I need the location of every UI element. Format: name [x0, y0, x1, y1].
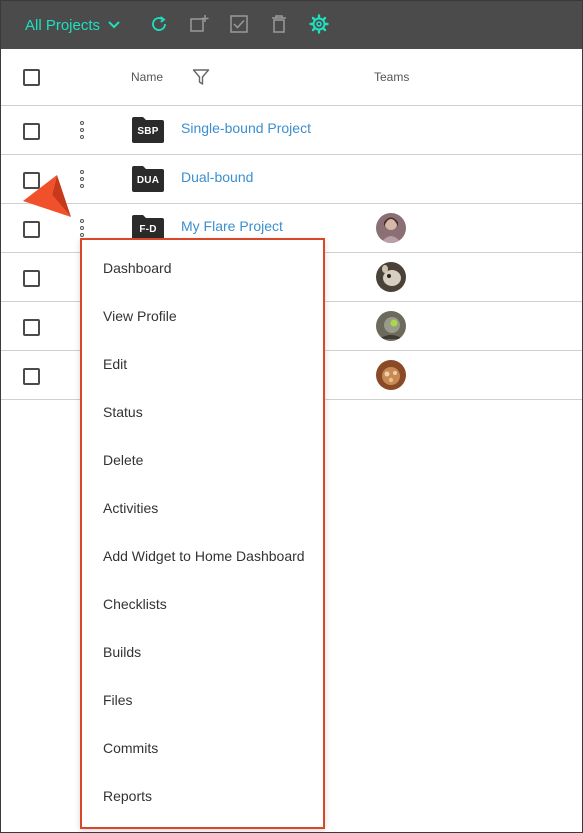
- team-avatar[interactable]: [376, 262, 406, 292]
- menu-item-files[interactable]: Files: [82, 678, 323, 726]
- menu-item-checklists[interactable]: Checklists: [82, 582, 323, 630]
- app-window: All Projects Name Teams SBP Single-bound…: [0, 0, 583, 833]
- menu-item-label: Dashboard: [103, 260, 172, 276]
- menu-item-label: Delete: [103, 452, 144, 468]
- menu-item-activities[interactable]: Activities: [82, 486, 323, 534]
- project-folder-icon: SBP: [132, 117, 164, 143]
- project-folder-icon: DUA: [132, 166, 164, 192]
- row-checkbox[interactable]: [23, 123, 40, 140]
- team-avatar[interactable]: [376, 311, 406, 341]
- row-checkbox[interactable]: [23, 270, 40, 287]
- team-avatar[interactable]: [376, 360, 406, 390]
- menu-item-label: View Profile: [103, 308, 177, 324]
- name-column-header: Name: [131, 70, 164, 84]
- teams-column-header: Teams: [374, 70, 410, 84]
- row-checkbox[interactable]: [23, 319, 40, 336]
- project-filter-dropdown[interactable]: All Projects: [25, 1, 120, 49]
- toolbar: All Projects: [1, 1, 582, 49]
- menu-item-label: Add Widget to Home Dashboard: [103, 548, 305, 564]
- menu-item-edit[interactable]: Edit: [82, 342, 323, 390]
- menu-item-reports[interactable]: Reports: [82, 774, 323, 822]
- more-options-icon[interactable]: [78, 121, 86, 139]
- menu-item-status[interactable]: Status: [82, 390, 323, 438]
- menu-item-label: Checklists: [103, 596, 167, 612]
- project-name-link[interactable]: Single-bound Project: [181, 120, 311, 136]
- more-options-icon[interactable]: [78, 170, 86, 188]
- project-filter-label: All Projects: [25, 16, 101, 34]
- menu-item-builds[interactable]: Builds: [82, 630, 323, 678]
- table-row[interactable]: DUA Dual-bound: [1, 155, 582, 204]
- filter-icon[interactable]: [192, 68, 210, 91]
- menu-item-label: Files: [103, 692, 133, 708]
- table-header: Name Teams: [1, 49, 582, 106]
- menu-item-label: Edit: [103, 356, 128, 372]
- menu-item-label: Activities: [103, 500, 159, 516]
- menu-item-label: Status: [103, 404, 143, 420]
- annotation-pointer-icon: [23, 173, 75, 230]
- project-badge: SBP: [137, 126, 159, 137]
- gear-icon[interactable]: [308, 13, 330, 35]
- select-all-checkbox[interactable]: [23, 69, 40, 86]
- add-project-icon[interactable]: [188, 13, 210, 35]
- project-badge: F-D: [139, 224, 157, 235]
- row-checkbox[interactable]: [23, 368, 40, 385]
- project-name-link[interactable]: My Flare Project: [181, 218, 283, 234]
- project-badge: DUA: [136, 175, 160, 186]
- menu-item-commits[interactable]: Commits: [82, 726, 323, 774]
- trash-icon[interactable]: [268, 13, 290, 35]
- more-options-icon[interactable]: [78, 219, 86, 237]
- checklist-icon[interactable]: [228, 13, 250, 35]
- project-name-link[interactable]: Dual-bound: [181, 169, 253, 185]
- context-menu: Dashboard View Profile Edit Status Delet…: [80, 238, 325, 829]
- menu-item-label: Builds: [103, 644, 142, 660]
- table-row[interactable]: SBP Single-bound Project: [1, 106, 582, 155]
- menu-item-label: Reports: [103, 788, 153, 804]
- menu-item-view-profile[interactable]: View Profile: [82, 294, 323, 342]
- menu-item-add-widget[interactable]: Add Widget to Home Dashboard: [82, 534, 323, 582]
- team-avatar[interactable]: [376, 213, 406, 243]
- menu-item-label: Commits: [103, 740, 159, 756]
- menu-item-dashboard[interactable]: Dashboard: [82, 246, 323, 294]
- refresh-icon[interactable]: [148, 13, 170, 35]
- menu-item-delete[interactable]: Delete: [82, 438, 323, 486]
- chevron-down-icon: [108, 21, 120, 29]
